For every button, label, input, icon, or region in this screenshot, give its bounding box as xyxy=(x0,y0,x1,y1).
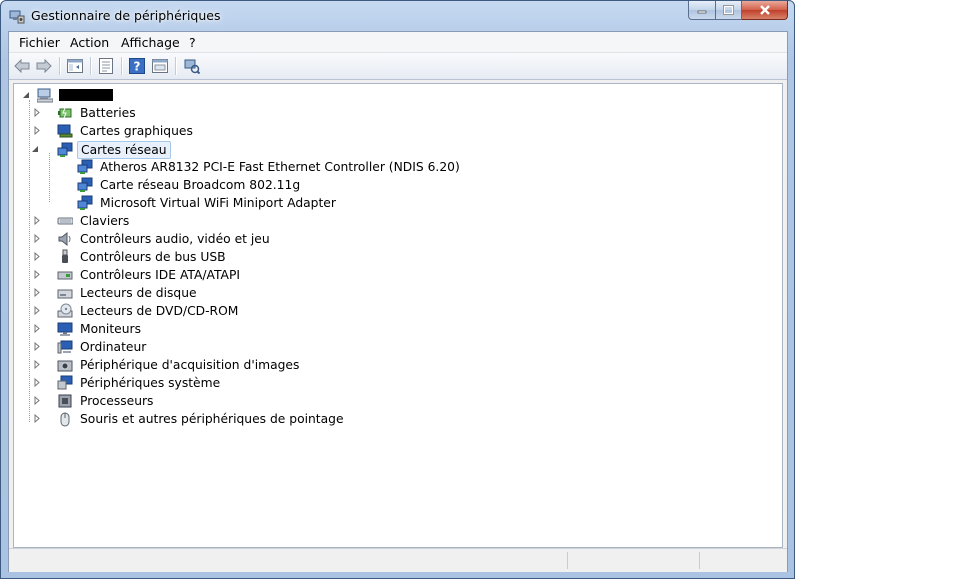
device-manager-icon xyxy=(9,10,25,24)
help-icon: ? xyxy=(129,58,145,74)
show-hide-tree-icon xyxy=(67,59,83,73)
collapse-arrow-icon[interactable] xyxy=(21,90,30,99)
menu-action[interactable]: Action xyxy=(70,35,109,50)
category-label: Processeurs xyxy=(80,394,154,408)
category-label: Lecteurs de disque xyxy=(80,286,197,300)
scan-hardware-button[interactable] xyxy=(182,57,202,75)
ide-controller-icon xyxy=(57,271,73,280)
device-tree[interactable]: Batteries Cartes graphiques Cartes résea… xyxy=(13,83,783,548)
properties-icon xyxy=(99,58,113,74)
expand-arrow-icon[interactable] xyxy=(32,360,41,369)
category-label: Cartes réseau xyxy=(77,141,171,159)
display-adapter-icon xyxy=(57,124,73,138)
menu-bar: Fichier Action Affichage ? xyxy=(9,32,787,53)
monitor-icon xyxy=(57,322,73,336)
collapse-arrow-icon[interactable] xyxy=(30,144,39,153)
title-bar[interactable]: Gestionnaire de périphériques xyxy=(1,1,794,31)
expand-arrow-icon[interactable] xyxy=(32,270,41,279)
speaker-icon xyxy=(58,231,71,247)
view-icon xyxy=(152,59,168,73)
expand-arrow-icon[interactable] xyxy=(32,288,41,297)
category-label: Lecteurs de DVD/CD-ROM xyxy=(80,304,239,318)
device-label: Microsoft Virtual WiFi Miniport Adapter xyxy=(100,196,336,210)
menu-help[interactable]: ? xyxy=(189,35,196,50)
category-label: Souris et autres périphériques de pointa… xyxy=(80,412,344,426)
menu-affichage[interactable]: Affichage xyxy=(121,35,180,50)
category-label: Contrôleurs audio, vidéo et jeu xyxy=(80,232,270,246)
caption-buttons xyxy=(688,1,788,21)
menu-fichier[interactable]: Fichier xyxy=(19,35,60,50)
device-manager-window: Gestionnaire de périphériques Fichier Ac… xyxy=(0,0,795,579)
status-panel-divider xyxy=(567,552,568,569)
forward-arrow-icon xyxy=(36,59,52,73)
minimize-button[interactable] xyxy=(688,1,716,20)
redacted-computer-name xyxy=(59,89,113,101)
back-arrow-icon xyxy=(14,59,30,73)
view-button[interactable] xyxy=(150,57,170,75)
computer-icon xyxy=(37,88,53,103)
status-bar xyxy=(9,548,787,572)
category-label: Moniteurs xyxy=(80,322,141,336)
properties-button[interactable] xyxy=(96,57,116,75)
device-label: Carte réseau Broadcom 802.11g xyxy=(100,178,301,192)
expand-arrow-icon[interactable] xyxy=(32,342,41,351)
forward-button[interactable] xyxy=(34,57,54,75)
computer-icon xyxy=(57,340,73,354)
keyboard-icon xyxy=(57,217,73,225)
maximize-button[interactable] xyxy=(716,1,742,20)
expand-arrow-icon[interactable] xyxy=(32,252,41,261)
camera-icon xyxy=(57,360,73,372)
close-button[interactable] xyxy=(742,1,788,20)
expand-arrow-icon[interactable] xyxy=(32,396,41,405)
category-label: Claviers xyxy=(80,214,130,228)
mouse-icon xyxy=(60,412,70,427)
maximize-icon xyxy=(723,5,734,15)
toolbar-separator xyxy=(121,57,123,75)
category-label: Cartes graphiques xyxy=(80,124,193,138)
expand-arrow-icon[interactable] xyxy=(32,234,41,243)
expand-arrow-icon[interactable] xyxy=(32,378,41,387)
dvd-drive-icon xyxy=(57,303,73,318)
svg-text:?: ? xyxy=(134,60,141,74)
category-label: Périphériques système xyxy=(80,376,221,390)
toolbar-separator xyxy=(59,57,61,75)
scan-hardware-icon xyxy=(184,59,200,74)
category-label: Périphérique d'acquisition d'images xyxy=(80,358,300,372)
window-client-area: Fichier Action Affichage ? ? Batteries C… xyxy=(8,31,788,572)
network-adapter-icon xyxy=(57,142,73,157)
expand-arrow-icon[interactable] xyxy=(32,324,41,333)
system-devices-icon xyxy=(57,375,73,390)
category-label: Batteries xyxy=(80,106,136,120)
expand-arrow-icon[interactable] xyxy=(32,306,41,315)
status-panel-divider xyxy=(699,552,700,569)
toolbar: ? xyxy=(9,53,787,80)
processor-icon xyxy=(58,394,72,408)
disk-drive-icon xyxy=(57,289,73,299)
network-adapter-icon xyxy=(77,195,93,210)
back-button[interactable] xyxy=(12,57,32,75)
category-label: Contrôleurs IDE ATA/ATAPI xyxy=(80,268,240,282)
device-label: Atheros AR8132 PCI-E Fast Ethernet Contr… xyxy=(100,160,460,174)
close-icon xyxy=(759,5,770,15)
expand-arrow-icon[interactable] xyxy=(32,108,41,117)
show-hide-tree-button[interactable] xyxy=(65,57,85,75)
usb-icon xyxy=(62,249,68,263)
battery-icon xyxy=(58,107,72,119)
minimize-icon xyxy=(697,10,707,14)
toolbar-separator xyxy=(175,57,177,75)
expand-arrow-icon[interactable] xyxy=(32,414,41,423)
network-adapter-icon xyxy=(77,159,93,174)
network-adapter-icon xyxy=(77,177,93,192)
window-title: Gestionnaire de périphériques xyxy=(31,8,221,23)
tree-line xyxy=(49,153,50,202)
expand-arrow-icon[interactable] xyxy=(32,126,41,135)
help-button[interactable]: ? xyxy=(127,57,147,75)
expand-arrow-icon[interactable] xyxy=(32,216,41,225)
category-label: Contrôleurs de bus USB xyxy=(80,250,226,264)
category-label: Ordinateur xyxy=(80,340,147,354)
toolbar-separator xyxy=(90,57,92,75)
